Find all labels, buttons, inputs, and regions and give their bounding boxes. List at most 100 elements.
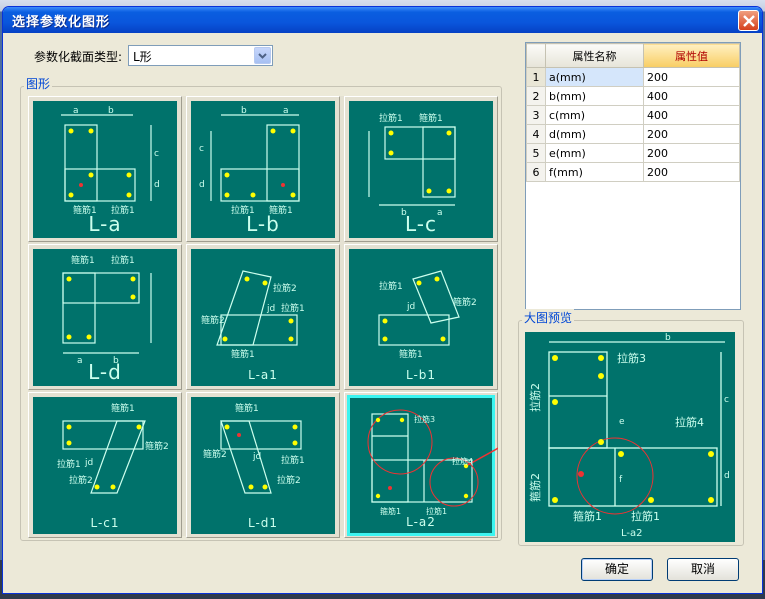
cancel-button[interactable]: 取消 xyxy=(667,558,739,581)
svg-text:拉筋4: 拉筋4 xyxy=(452,456,473,466)
svg-text:c: c xyxy=(724,395,729,405)
preview-image: 拉筋3 拉筋4 箍筋1 拉筋1 b c d e f L-a2 拉筋2 箍筋2 xyxy=(525,332,735,542)
preview-caption: L-a2 xyxy=(621,528,643,539)
property-value-cell[interactable]: 400 xyxy=(643,86,740,106)
svg-text:b: b xyxy=(241,106,247,116)
shape-tile-l-b[interactable]: ba cd 拉筋1 箍筋1 L-b xyxy=(186,96,340,242)
svg-text:e: e xyxy=(619,417,625,427)
shape-caption: L-c xyxy=(404,212,437,236)
property-row[interactable]: 1 a(mm) 200 xyxy=(526,67,740,87)
svg-text:箍筋2: 箍筋2 xyxy=(203,448,227,460)
section-type-value: L形 xyxy=(133,50,152,64)
svg-text:箍筋1: 箍筋1 xyxy=(111,402,135,414)
section-type-label: 参数化截面类型: xyxy=(34,50,123,64)
svg-text:拉筋1: 拉筋1 xyxy=(379,280,403,292)
svg-text:箍筋1: 箍筋1 xyxy=(235,402,259,414)
shape-caption: L-a xyxy=(88,212,122,236)
svg-text:箍筋1: 箍筋1 xyxy=(231,348,255,360)
svg-text:c: c xyxy=(199,144,204,154)
shape-image: 箍筋1 拉筋1 ab L-d xyxy=(33,249,177,386)
preview-label-stirrup1: 箍筋1 xyxy=(573,509,602,523)
svg-text:拉筋1: 拉筋1 xyxy=(57,458,81,470)
svg-text:拉筋1: 拉筋1 xyxy=(281,454,305,466)
svg-text:d: d xyxy=(199,180,205,190)
preview-label-tie2: 拉筋2 xyxy=(528,383,542,412)
shape-tile-l-c1[interactable]: 箍筋1 拉筋1 jd 箍筋2 拉筋2 L-c1 xyxy=(28,392,182,538)
shape-tile-l-d1[interactable]: 箍筋1 箍筋2 jd 拉筋1 拉筋2 L-d1 xyxy=(186,392,340,538)
properties-grid[interactable]: 属性名称 属性值 1 a(mm) 200 2 b(mm) 400 3 c(mm)… xyxy=(525,42,741,310)
svg-text:箍筋1: 箍筋1 xyxy=(71,254,95,266)
ok-button[interactable]: 确定 xyxy=(581,558,653,581)
preview-label-tie1: 拉筋1 xyxy=(631,509,660,523)
property-row[interactable]: 3 c(mm) 400 xyxy=(526,105,740,125)
svg-text:拉筋3: 拉筋3 xyxy=(414,414,435,424)
shape-caption: L-c1 xyxy=(90,516,120,530)
shape-tile-l-c[interactable]: 拉筋1 箍筋1 ba L-c xyxy=(344,96,498,242)
shape-caption: L-d xyxy=(88,360,122,384)
shape-tile-l-a2[interactable]: 拉筋3 拉筋4 箍筋1 拉筋1 L-a2 xyxy=(344,392,498,538)
svg-text:拉筋2: 拉筋2 xyxy=(273,282,297,294)
property-row[interactable]: 4 d(mm) 200 xyxy=(526,124,740,144)
svg-text:拉筋2: 拉筋2 xyxy=(69,474,93,486)
svg-text:拉筋1: 拉筋1 xyxy=(379,112,403,124)
property-row[interactable]: 5 e(mm) 200 xyxy=(526,143,740,163)
property-row[interactable]: 2 b(mm) 400 xyxy=(526,86,740,106)
svg-text:jd: jd xyxy=(266,304,275,314)
shape-image: 拉筋3 拉筋4 箍筋1 拉筋1 L-a2 xyxy=(347,395,498,536)
shape-image: 箍筋1 拉筋1 jd 箍筋2 拉筋2 L-c1 xyxy=(33,397,177,534)
shape-tile-l-d[interactable]: 箍筋1 拉筋1 ab L-d xyxy=(28,244,182,390)
svg-text:jd: jd xyxy=(406,302,415,312)
shape-image: 拉筋1 jd 箍筋2 箍筋1 L-b1 xyxy=(349,249,493,386)
svg-text:jd: jd xyxy=(84,458,93,468)
dim-a: a xyxy=(73,106,79,116)
property-value-cell[interactable]: 200 xyxy=(643,162,740,182)
svg-text:d: d xyxy=(724,471,730,481)
svg-text:a: a xyxy=(283,106,289,116)
svg-text:箍筋1: 箍筋1 xyxy=(419,112,443,124)
row-number-header xyxy=(526,43,546,68)
dropdown-arrow-icon[interactable] xyxy=(254,47,271,64)
preview-label-tie4: 拉筋4 xyxy=(675,415,704,429)
shape-image: 拉筋1 箍筋1 ba L-c xyxy=(349,101,493,238)
shape-image: ba cd 拉筋1 箍筋1 L-b xyxy=(191,101,335,238)
preview-label-tie3: 拉筋3 xyxy=(617,351,646,365)
title-bar[interactable]: 选择参数化图形 xyxy=(3,7,762,33)
property-value-cell[interactable]: 200 xyxy=(643,143,740,163)
shapes-group-title: 图形 xyxy=(24,75,53,92)
dim-c: c xyxy=(154,149,159,159)
svg-text:f: f xyxy=(619,475,623,485)
svg-text:jd: jd xyxy=(252,452,261,462)
shape-caption: L-d1 xyxy=(247,516,279,530)
close-icon xyxy=(743,15,755,27)
dialog-title: 选择参数化图形 xyxy=(12,15,111,30)
section-type-select[interactable]: L形 xyxy=(128,45,273,66)
shape-tile-l-a[interactable]: a b c d 箍筋1 拉筋1 L-a xyxy=(28,96,182,242)
svg-text:b: b xyxy=(665,333,671,343)
property-row[interactable]: 6 f(mm) 200 xyxy=(526,162,740,182)
property-value-cell[interactable]: 200 xyxy=(643,124,740,144)
svg-text:箍筋2: 箍筋2 xyxy=(453,296,477,308)
shape-caption: L-b1 xyxy=(405,368,437,382)
svg-text:拉筋2: 拉筋2 xyxy=(277,474,301,486)
dim-d: d xyxy=(154,180,160,190)
svg-text:拉筋1: 拉筋1 xyxy=(111,254,135,266)
shape-caption: L-a2 xyxy=(406,515,436,529)
shape-tile-l-a1[interactable]: 拉筋2 jd 箍筋2 拉筋1 箍筋1 L-a1 xyxy=(186,244,340,390)
preview-group-title: 大图预览 xyxy=(522,309,575,326)
svg-text:箍筋1: 箍筋1 xyxy=(399,348,423,360)
shape-image: 箍筋1 箍筋2 jd 拉筋1 拉筋2 L-d1 xyxy=(191,397,335,534)
svg-text:箍筋2: 箍筋2 xyxy=(201,314,225,326)
shape-image: a b c d 箍筋1 拉筋1 L-a xyxy=(33,101,177,238)
shape-grid: a b c d 箍筋1 拉筋1 L-a b a c d 拉筋1 箍筋1 L-b … xyxy=(28,96,498,538)
property-value-header[interactable]: 属性值 xyxy=(643,43,740,68)
close-button[interactable] xyxy=(738,10,759,31)
shape-tile-l-b1[interactable]: 拉筋1 jd 箍筋2 箍筋1 L-b1 xyxy=(344,244,498,390)
preview-label-stirrup2: 箍筋2 xyxy=(528,473,542,502)
shape-caption: L-a1 xyxy=(248,368,278,382)
property-name-header[interactable]: 属性名称 xyxy=(545,43,644,68)
shape-caption: L-b xyxy=(246,212,280,236)
property-value-cell[interactable]: 200 xyxy=(643,67,740,87)
dim-b: b xyxy=(108,106,114,116)
property-value-cell[interactable]: 400 xyxy=(643,105,740,125)
shape-image: 拉筋2 jd 箍筋2 拉筋1 箍筋1 L-a1 xyxy=(191,249,335,386)
